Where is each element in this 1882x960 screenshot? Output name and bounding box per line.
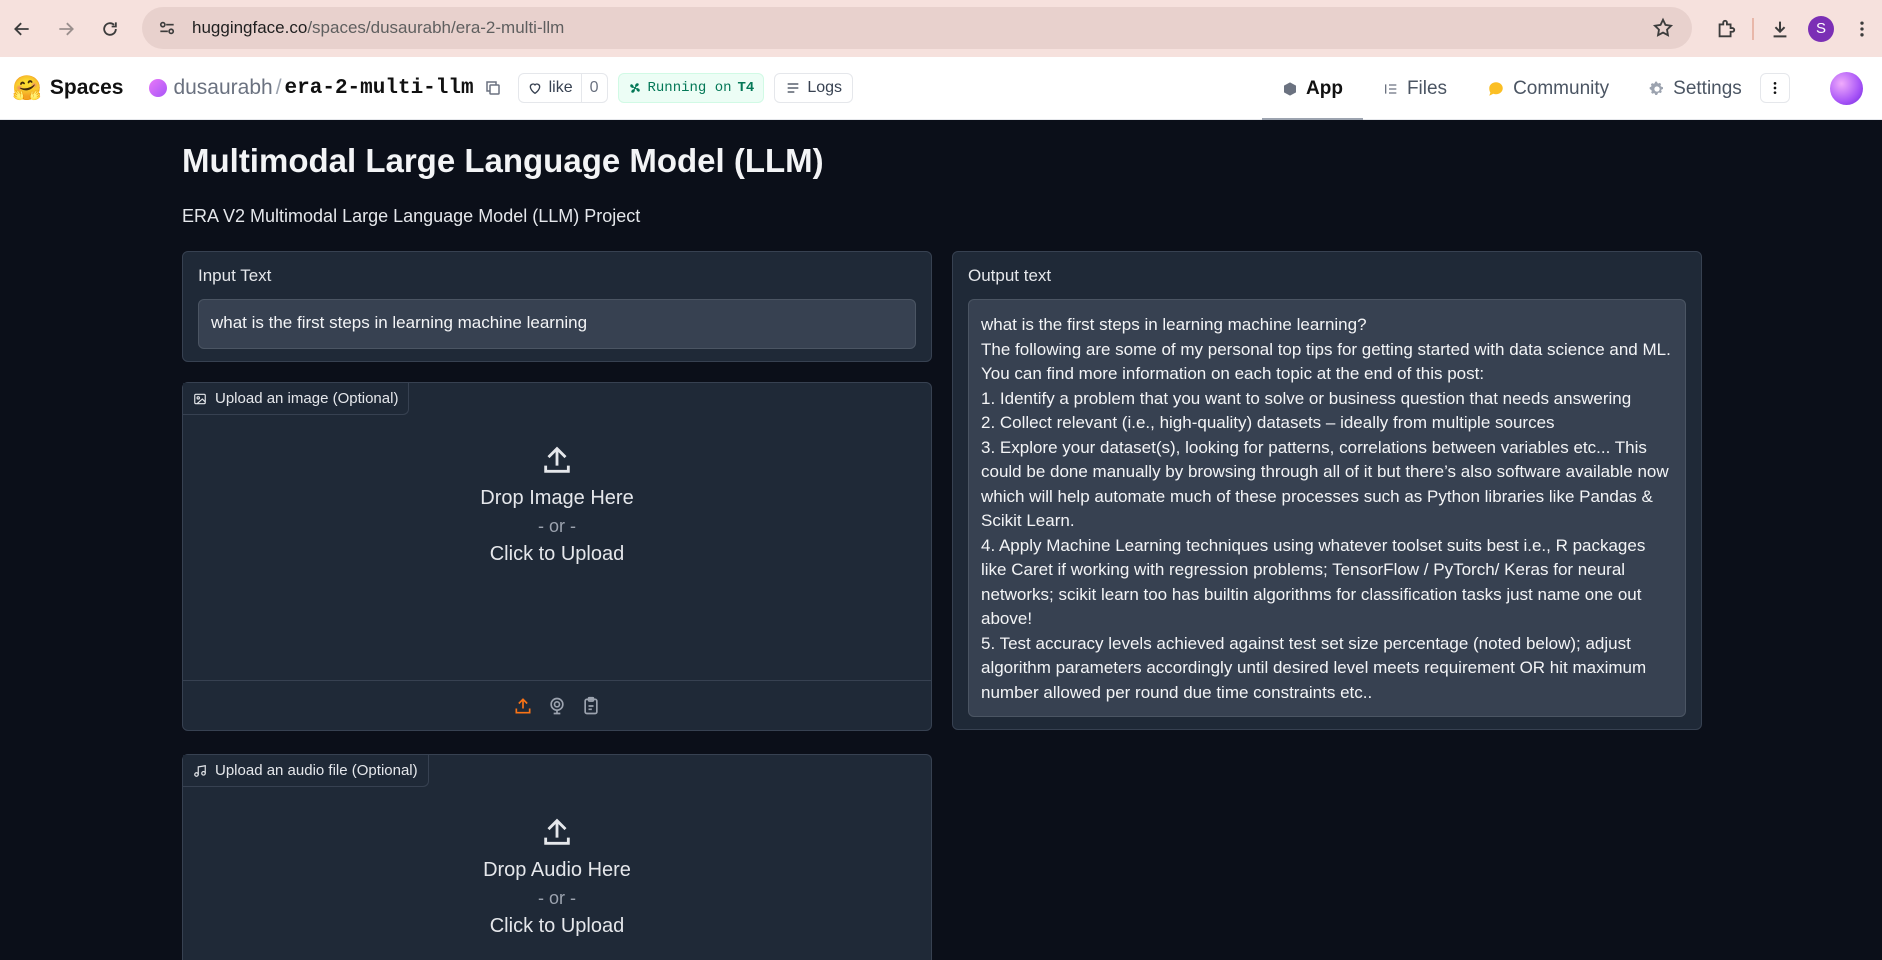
fan-icon <box>629 83 640 93</box>
forward-button[interactable] <box>44 7 88 51</box>
download-icon[interactable] <box>1760 9 1800 49</box>
gear-icon <box>1649 81 1664 95</box>
extensions-icon[interactable] <box>1706 9 1746 49</box>
audio-drop-text: Drop Audio Here <box>483 859 631 881</box>
arrow-left-icon <box>14 22 29 35</box>
audio-upload-label: Upload an audio file (Optional) <box>183 755 429 787</box>
source-clipboard-button[interactable] <box>574 689 608 723</box>
clipboard-icon <box>584 696 598 714</box>
upload-icon <box>515 697 531 713</box>
image-drop-text: Drop Image Here <box>480 487 634 509</box>
logs-label: Logs <box>807 79 843 96</box>
output-text-field[interactable]: what is the first steps in learning mach… <box>968 299 1686 717</box>
bookmark-star-icon[interactable] <box>1652 17 1674 39</box>
user-avatar[interactable] <box>1830 72 1863 105</box>
logs-button[interactable]: Logs <box>774 73 854 103</box>
running-label: Running on <box>647 80 732 96</box>
space-breadcrumb: dusaurabh / era-2-multi-llm <box>149 76 501 100</box>
copy-icon[interactable] <box>484 79 502 97</box>
arrow-right-icon <box>59 22 74 35</box>
spaces-label: Spaces <box>49 76 124 99</box>
url-text: huggingface.co/spaces/dusaurabh/era-2-mu… <box>192 18 565 37</box>
image-or-text: - or - <box>538 516 576 536</box>
reload-button[interactable] <box>88 7 132 51</box>
app-icon <box>1284 81 1296 96</box>
image-drop-zone[interactable]: Drop Image Here - or - Click to Upload <box>183 443 931 566</box>
toolbar-divider <box>1752 17 1754 40</box>
hardware-label: T4 <box>737 80 755 96</box>
output-text-block: Output text what is the first steps in l… <box>952 251 1702 730</box>
image-source-selector <box>183 680 931 730</box>
space-tabs: App Files Community Settings <box>1262 57 1762 120</box>
back-button[interactable] <box>0 7 44 51</box>
owner-link[interactable]: dusaurabh <box>173 76 272 100</box>
music-note-icon <box>194 764 206 777</box>
tab-app[interactable]: App <box>1262 57 1363 120</box>
tab-files[interactable]: Files <box>1363 57 1467 120</box>
page-title: Multimodal Large Language Model (LLM) <box>182 142 824 179</box>
image-upload-label: Upload an image (Optional) <box>183 383 410 415</box>
files-icon <box>1384 83 1397 94</box>
more-vertical-icon <box>1773 82 1777 94</box>
community-icon <box>1489 81 1503 96</box>
gradio-app: Multimodal Large Language Model (LLM) ER… <box>0 120 1882 960</box>
page-description: ERA V2 Multimodal Large Language Model (… <box>182 206 641 226</box>
upload-icon <box>544 446 570 473</box>
audio-or-text: - or - <box>538 888 576 908</box>
hf-header: 🤗 Spaces dusaurabh / era-2-multi-llm lik… <box>0 57 1882 120</box>
running-status-badge[interactable]: Running on T4 <box>617 73 765 103</box>
image-click-text: Click to Upload <box>489 543 625 565</box>
tab-settings[interactable]: Settings <box>1629 57 1762 120</box>
audio-drop-zone[interactable]: Drop Audio Here - or - Click to Upload <box>183 815 931 938</box>
owner-avatar <box>149 79 168 97</box>
site-settings-icon[interactable] <box>156 17 178 39</box>
reload-icon <box>103 21 117 36</box>
browser-actions: S <box>1706 0 1882 57</box>
browser-menu-icon[interactable] <box>1842 9 1882 49</box>
upload-icon <box>544 818 570 845</box>
source-webcam-button[interactable] <box>540 689 574 723</box>
audio-click-text: Click to Upload <box>489 915 625 937</box>
source-upload-button[interactable] <box>506 689 540 723</box>
input-text-block: Input Text what is the first steps in le… <box>182 251 932 362</box>
space-menu-button[interactable] <box>1760 73 1790 103</box>
input-text-label: Input Text <box>198 266 272 285</box>
browser-toolbar: huggingface.co/spaces/dusaurabh/era-2-mu… <box>0 0 1882 57</box>
image-upload-block: Upload an image (Optional) Drop Image He… <box>182 382 932 731</box>
hugging-face-logo-icon: 🤗 <box>12 74 42 102</box>
audio-upload-block: Upload an audio file (Optional) Drop Aud… <box>182 754 932 960</box>
space-name-link[interactable]: era-2-multi-llm <box>285 77 474 100</box>
webcam-icon <box>550 697 564 714</box>
tab-community[interactable]: Community <box>1467 57 1629 120</box>
image-icon <box>194 393 206 404</box>
breadcrumb-separator: / <box>275 76 282 99</box>
address-bar[interactable]: huggingface.co/spaces/dusaurabh/era-2-mu… <box>142 7 1692 49</box>
like-label: like <box>548 79 573 96</box>
input-text-field[interactable]: what is the first steps in learning mach… <box>198 299 916 349</box>
browser-profile-avatar[interactable]: S <box>1808 15 1834 42</box>
logs-icon <box>787 83 799 93</box>
like-button[interactable]: like 0 <box>517 73 608 103</box>
like-count: 0 <box>580 74 607 102</box>
spaces-logo-link[interactable]: 🤗 Spaces <box>12 74 123 103</box>
output-text-label: Output text <box>968 266 1052 285</box>
heart-icon <box>529 83 540 95</box>
